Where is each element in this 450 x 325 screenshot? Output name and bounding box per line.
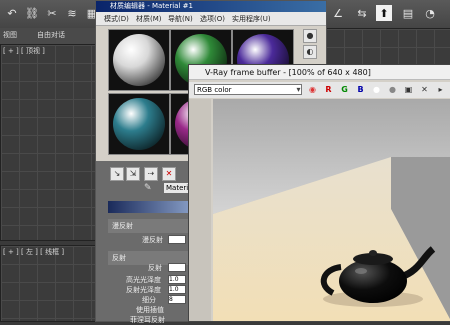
diffuse-color-swatch[interactable] xyxy=(168,235,186,244)
menu-navigation[interactable]: 导航(N) xyxy=(168,14,193,24)
red-channel-button[interactable]: R xyxy=(323,84,334,95)
vfb-title: V-Ray frame buffer - [100% of 640 x 480] xyxy=(189,65,450,80)
viewport-label: [ + ] [ 左 ] [ 线框 ] xyxy=(3,248,65,256)
subdivs-field[interactable]: 8 xyxy=(168,295,186,304)
hilight-gloss-field[interactable]: 1.0 xyxy=(168,275,186,284)
material-editor-menu: 模式(D) 材质(M) 导航(N) 选项(O) 实用程序(U) xyxy=(96,12,326,26)
pick-material-icon[interactable]: ✎ xyxy=(144,183,152,193)
chevron-down-icon: ▾ xyxy=(296,85,301,94)
link-icon[interactable]: ⛓ xyxy=(24,5,40,21)
teapot-body xyxy=(339,259,407,303)
color-channels-icon[interactable]: ◉ xyxy=(307,84,318,95)
curve-editor-icon[interactable]: ◔ xyxy=(422,5,438,21)
param-refl-gloss-label: 反射光泽度 xyxy=(126,286,161,294)
param-fresnel-label: 菲涅耳反射 xyxy=(130,316,165,324)
teapot-highlight xyxy=(355,268,367,274)
param-subdivs-label: 细分 xyxy=(142,296,156,304)
more-icon[interactable]: ▸ xyxy=(435,84,446,95)
save-icon[interactable]: ▣ xyxy=(403,84,414,95)
viewport-perspective[interactable] xyxy=(325,28,450,66)
vray-logo-banner xyxy=(108,201,194,213)
viewport-grid xyxy=(326,29,450,65)
backlight-icon[interactable]: ◐ xyxy=(303,45,317,59)
unlink-icon[interactable]: ✂ xyxy=(44,5,60,21)
render-image xyxy=(213,99,450,321)
param-reflect-label: 反射 xyxy=(148,264,162,272)
channel-select[interactable]: RGB color xyxy=(194,84,302,95)
sample-type-icon[interactable]: ● xyxy=(303,29,317,43)
get-material-icon[interactable]: ↘ xyxy=(110,167,124,181)
vfb-toolbar: RGB color ▾ ◉ R G B ● ● ▣ ✕ ▸ xyxy=(189,82,450,98)
menu-material[interactable]: 材质(M) xyxy=(136,14,162,24)
viewport-tabs: 视图 自由对话 xyxy=(0,28,105,45)
viewport-top[interactable]: [ + ] [ 顶视 ] xyxy=(0,44,102,241)
teapot-knob xyxy=(369,250,377,256)
material-slot-4[interactable] xyxy=(108,93,170,155)
viewport-grid xyxy=(1,246,101,321)
tab-free[interactable]: 自由对话 xyxy=(34,30,68,41)
blue-channel-button[interactable]: B xyxy=(355,84,366,95)
vfb-side-strip xyxy=(189,99,211,321)
clear-icon[interactable]: ✕ xyxy=(419,84,430,95)
render-scene xyxy=(213,99,450,321)
param-interp-label: 使用插值 xyxy=(136,306,164,314)
viewport-left[interactable]: [ + ] [ 左 ] [ 线框 ] xyxy=(0,245,102,322)
viewport-label: [ + ] [ 顶视 ] xyxy=(3,47,45,55)
angle-snap-icon[interactable]: ∠ xyxy=(330,5,346,21)
vray-frame-buffer-window: V-Ray frame buffer - [100% of 640 x 480]… xyxy=(188,64,450,322)
menu-options[interactable]: 选项(O) xyxy=(200,14,225,24)
put-to-scene-icon[interactable]: ⇲ xyxy=(126,167,140,181)
green-channel-button[interactable]: G xyxy=(339,84,350,95)
side-tools: ● ◐ xyxy=(301,29,321,69)
bind-space-warp-icon[interactable]: ≋ xyxy=(64,5,80,21)
viewport-grid xyxy=(1,45,101,240)
material-editor-title: 材质编辑器 - Material #1 xyxy=(96,1,326,12)
mirror-icon[interactable]: ⇆ xyxy=(354,5,370,21)
menu-utilities[interactable]: 实用程序(U) xyxy=(232,14,271,24)
menu-mode[interactable]: 模式(D) xyxy=(104,14,129,24)
param-hilight-gloss-label: 高光光泽度 xyxy=(126,276,161,284)
material-sphere xyxy=(113,98,165,150)
undo-icon[interactable]: ↶ xyxy=(4,5,20,21)
tab-view[interactable]: 视图 xyxy=(0,30,20,41)
delete-icon[interactable]: ✕ xyxy=(162,167,176,181)
material-slot-1[interactable] xyxy=(108,29,170,91)
mono-icon[interactable]: ● xyxy=(387,84,398,95)
refl-gloss-field[interactable]: 1.0 xyxy=(168,285,186,294)
assign-icon[interactable]: ⇢ xyxy=(144,167,158,181)
align-icon[interactable]: ⬆ xyxy=(376,5,392,21)
material-sphere xyxy=(113,34,165,86)
alpha-icon[interactable]: ● xyxy=(371,84,382,95)
layer-icon[interactable]: ▤ xyxy=(400,5,416,21)
material-parameters: ↘ ⇲ ⇢ ✕ ✎ Material 漫反射 漫反射 反射 反射 高光光泽度 1… xyxy=(96,161,196,324)
param-diffuse-label: 漫反射 xyxy=(142,236,163,244)
rollout-diffuse[interactable]: 漫反射 xyxy=(108,219,194,233)
reflect-color-swatch[interactable] xyxy=(168,263,186,272)
